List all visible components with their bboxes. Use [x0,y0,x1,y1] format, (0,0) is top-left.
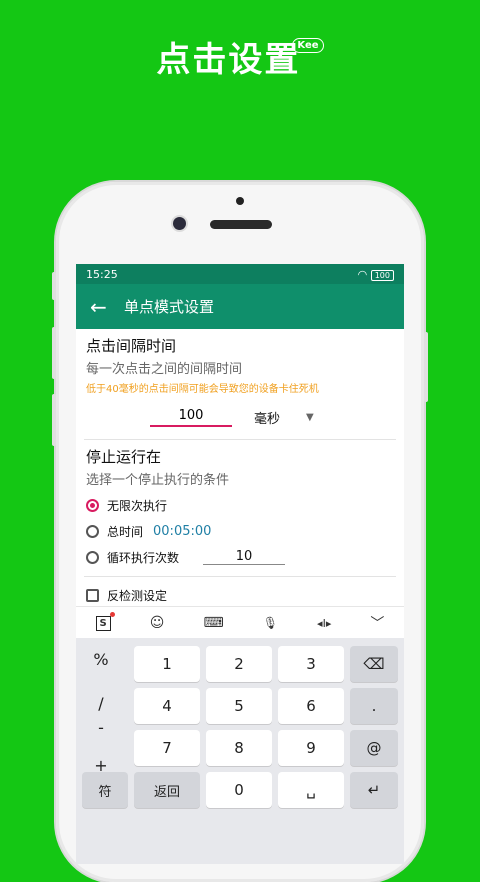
key-5[interactable]: 5 [206,688,272,724]
notification-dot [109,611,115,617]
volume-up-button [52,327,56,379]
interval-row: 100 毫秒 ▼ [86,405,394,429]
interval-input[interactable]: 100 [150,408,232,427]
symbol-key[interactable]: 符 [82,772,128,808]
earpiece-speaker [210,220,272,229]
hero-title: 点击设置Kee [0,32,480,81]
return-key[interactable]: 返回 [134,772,200,808]
app-bar: ← 单点模式设置 [76,284,404,329]
key-dot[interactable]: . [350,688,398,724]
battery-icon: 100 [370,269,394,281]
cursor-move-icon[interactable]: ◂I▸ [317,617,331,630]
anti-detect-label: 反检测设定 [107,589,168,603]
interval-heading: 点击间隔时间 [86,337,177,355]
radio-loop-count[interactable] [86,550,99,564]
dropdown-caret-icon[interactable]: ▼ [306,412,314,423]
collapse-keyboard-icon[interactable]: ﹀ [370,613,384,633]
backspace-key-icon[interactable]: ⌫ [350,646,398,682]
stop-heading: 停止运行在 [86,448,162,466]
front-camera [173,217,186,230]
key-2[interactable]: 2 [206,646,272,682]
enter-key-icon[interactable]: ↵ [350,772,398,808]
back-arrow-icon[interactable]: ← [90,295,124,319]
option-loop-count-label: 循环执行次数 [107,550,180,565]
key-percent[interactable]: % [76,650,126,669]
radio-infinite[interactable] [86,498,99,512]
unit-select[interactable]: 毫秒 [254,408,280,427]
status-bar: 15:25 ◠ 100 [76,264,404,284]
radio-total-time[interactable] [86,524,99,538]
option-infinite-label: 无限次执行 [107,498,168,513]
key-slash[interactable]: / [76,694,126,713]
option-loop-count[interactable]: 循环执行次数 10 [86,544,394,570]
status-icons: ◠ 100 [358,268,394,281]
hero-badge: Kee [292,38,324,53]
keyboard-toolbar: S ☺ ⌨ 🎙 ◂I▸ ﹀ [76,606,404,639]
space-key-icon[interactable]: ␣ [278,772,344,808]
phone-screen: 15:25 ◠ 100 ← 单点模式设置 点击间隔时间 每一次点击之间的间隔时间… [76,264,404,864]
status-time: 15:25 [86,267,118,281]
numeric-keyboard: % / - + 1 2 3 ⌫ 4 5 6 . 7 8 9 @ 符 返回 0 ␣… [76,638,404,864]
key-4[interactable]: 4 [134,688,200,724]
anti-detect-checkbox[interactable] [86,589,99,602]
interval-warning: 低于40毫秒的点击间隔可能会导致您的设备卡住死机 [86,384,319,395]
sogou-logo-text: S [99,617,107,629]
key-minus[interactable]: - [76,718,126,737]
volume-down-button [52,394,56,446]
key-1[interactable]: 1 [134,646,200,682]
option-infinite[interactable]: 无限次执行 [86,492,394,518]
stop-subtitle: 选择一个停止执行的条件 [86,473,230,488]
mute-switch [52,272,56,300]
stop-section: 停止运行在 选择一个停止执行的条件 无限次执行 总时间 00:05:00 循环执… [76,440,404,570]
interval-subtitle: 每一次点击之间的间隔时间 [86,362,243,377]
power-button [424,332,428,402]
anti-detect-row[interactable]: 反检测设定 [76,577,404,604]
key-at[interactable]: @ [350,730,398,766]
emoji-icon[interactable]: ☺ [150,615,165,631]
hero-title-text: 点击设置 [156,40,301,80]
wifi-icon: ◠ [357,267,368,281]
keyboard-icon[interactable]: ⌨ [203,615,223,631]
key-0[interactable]: 0 [206,772,272,808]
key-8[interactable]: 8 [206,730,272,766]
key-7[interactable]: 7 [134,730,200,766]
interval-section: 点击间隔时间 每一次点击之间的间隔时间 低于40毫秒的点击间隔可能会导致您的设备… [76,329,404,429]
key-9[interactable]: 9 [278,730,344,766]
phone-frame: 15:25 ◠ 100 ← 单点模式设置 点击间隔时间 每一次点击之间的间隔时间… [52,182,428,882]
key-3[interactable]: 3 [278,646,344,682]
loop-count-input[interactable]: 10 [203,549,286,565]
total-time-value[interactable]: 00:05:00 [153,524,211,539]
page-title: 单点模式设置 [124,298,215,316]
option-total-time-label: 总时间 [107,524,144,539]
option-total-time[interactable]: 总时间 00:05:00 [86,518,394,544]
microphone-icon[interactable]: 🎙 [263,616,278,630]
proximity-sensor [236,197,244,205]
sogou-logo-icon[interactable]: S [95,611,115,631]
key-6[interactable]: 6 [278,688,344,724]
